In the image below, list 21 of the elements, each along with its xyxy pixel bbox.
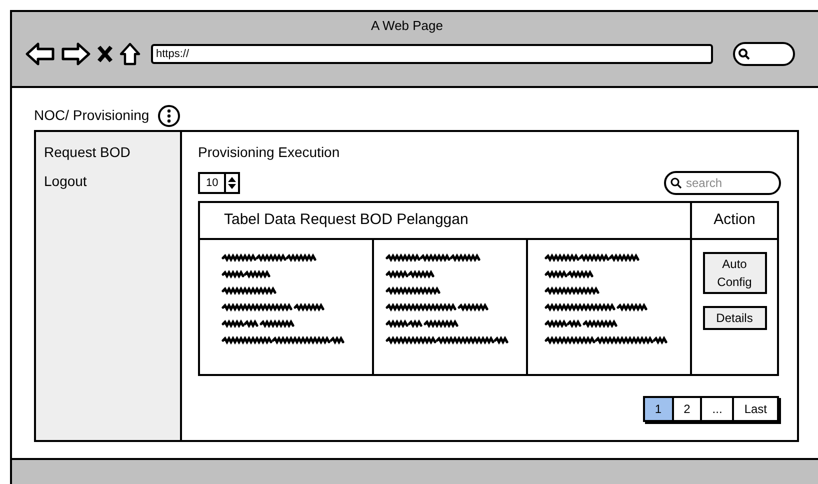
up-down-icon xyxy=(227,176,238,190)
more-options-icon[interactable] xyxy=(157,104,182,128)
sidebar-link[interactable]: Request BOD xyxy=(44,142,130,163)
search-icon xyxy=(670,177,682,189)
action-button[interactable]: Auto Config xyxy=(702,252,766,294)
column-header: Action xyxy=(690,203,777,238)
forward-arrow-icon[interactable] xyxy=(61,42,91,66)
action-button[interactable]: Details xyxy=(702,306,766,330)
close-icon[interactable] xyxy=(97,44,113,62)
back-arrow-icon[interactable] xyxy=(25,42,55,66)
page-button[interactable]: 1 xyxy=(644,398,672,420)
section-heading: Provisioning Execution xyxy=(198,143,341,162)
window-title: A Web Page xyxy=(370,17,444,35)
page-title: NOC/ Provisioning xyxy=(34,106,150,125)
search-button[interactable] xyxy=(733,42,795,66)
sidebar-link[interactable]: Logout xyxy=(44,171,87,192)
table-title: Tabel Data Request BOD Pelanggan xyxy=(223,210,470,230)
url-field[interactable]: https:// xyxy=(151,44,713,64)
page-size-stepper[interactable]: 10 xyxy=(198,172,240,194)
search-field[interactable]: search xyxy=(664,171,781,195)
search-icon xyxy=(738,48,750,60)
